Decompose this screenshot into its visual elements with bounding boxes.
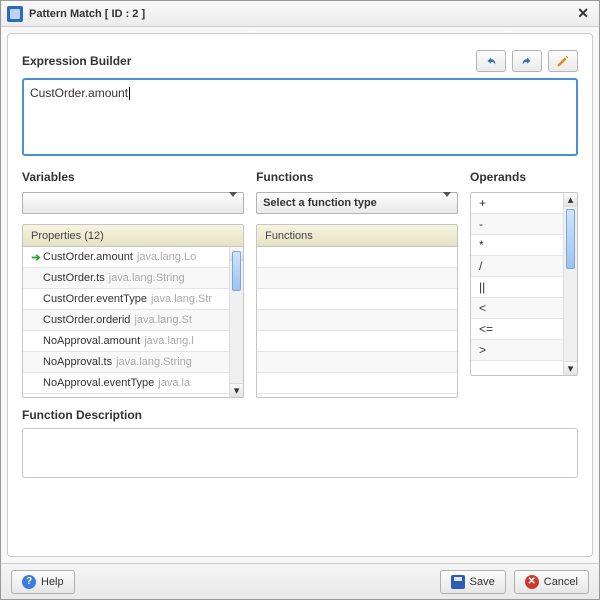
operands-list: + - * / || < <= > ▴ ▾ [470,192,578,376]
list-item[interactable] [257,289,457,310]
list-item[interactable] [257,352,457,373]
scrollbar[interactable]: ▴ ▾ [229,247,243,397]
text-cursor [129,87,130,100]
expression-input[interactable]: CustOrder.amount [22,78,578,156]
close-icon[interactable]: ✕ [573,5,593,22]
functions-column: Functions Select a function type Functio… [256,170,458,398]
list-item[interactable] [257,373,457,394]
content-panel: Expression Builder CustOrder.amount Vari… [7,33,593,557]
window-title: Pattern Match [ ID : 2 ] [29,8,145,20]
list-item[interactable] [257,331,457,352]
list-item[interactable]: * [471,235,563,256]
selected-indicator-icon: ➔ [29,251,43,264]
operands-column: Operands + - * / || < <= > ▴ [470,170,578,398]
functions-dropdown-value: Select a function type [263,197,377,209]
dialog-window: Pattern Match [ ID : 2 ] ✕ Expression Bu… [0,0,600,600]
redo-button[interactable] [512,50,542,72]
functions-dropdown[interactable]: Select a function type [256,192,458,214]
list-item[interactable]: + [471,193,563,214]
function-description-label: Function Description [22,408,578,422]
save-button[interactable]: Save [440,570,506,594]
scroll-up-icon[interactable]: ▴ [564,193,577,207]
list-item[interactable]: > [471,340,563,361]
function-description-box [22,428,578,478]
list-item[interactable]: CustOrder.ts java.lang.String [23,268,243,289]
title-bar: Pattern Match [ ID : 2 ] ✕ [1,1,599,27]
list-item[interactable]: || [471,277,563,298]
operands-body: + - * / || < <= > ▴ ▾ [471,193,577,375]
functions-body [257,247,457,397]
footer-bar: ? Help Save ✕ Cancel [1,563,599,599]
list-item[interactable]: CustOrder.eventType java.lang.Str [23,289,243,310]
functions-label: Functions [256,170,458,184]
list-item[interactable]: CustOrder.orderid java.lang.St [23,310,243,331]
operands-label: Operands [470,170,578,184]
variables-dropdown[interactable] [22,192,244,214]
save-icon [451,575,465,589]
list-item[interactable]: < [471,298,563,319]
app-icon [7,6,23,22]
list-item[interactable]: NoApproval.amount java.lang.l [23,331,243,352]
scroll-down-icon[interactable]: ▾ [230,383,243,397]
variables-column: Variables Properties (12) ➔ CustOrder.am… [22,170,244,398]
list-item[interactable]: / [471,256,563,277]
scroll-thumb[interactable] [232,251,241,291]
undo-icon [484,54,498,68]
redo-icon [520,54,534,68]
functions-list-header: Functions [257,225,457,247]
list-item[interactable] [257,268,457,289]
list-item[interactable]: ➔ CustOrder.amount java.lang.Lo [23,247,243,268]
list-item[interactable] [257,310,457,331]
functions-list: Functions [256,224,458,398]
chevron-down-icon [229,197,237,209]
list-item[interactable]: - [471,214,563,235]
undo-button[interactable] [476,50,506,72]
variables-label: Variables [22,170,244,184]
cancel-icon: ✕ [525,575,539,589]
expression-builder-label: Expression Builder [22,54,131,68]
list-item[interactable]: NoApproval.ts java.lang.String [23,352,243,373]
expression-toolbar [476,50,578,72]
help-button[interactable]: ? Help [11,570,75,594]
scrollbar[interactable]: ▴ ▾ [563,193,577,375]
cancel-button[interactable]: ✕ Cancel [514,570,589,594]
properties-body: ➔ CustOrder.amount java.lang.Lo CustOrde… [23,247,243,397]
pencil-icon [556,54,570,68]
properties-header: Properties (12) [23,225,243,247]
help-icon: ? [22,575,36,589]
scroll-thumb[interactable] [566,209,575,269]
scroll-down-icon[interactable]: ▾ [564,361,577,375]
chevron-down-icon [443,197,451,209]
expression-text: CustOrder.amount [30,86,128,100]
list-item[interactable] [257,247,457,268]
properties-list: Properties (12) ➔ CustOrder.amount java.… [22,224,244,398]
list-item[interactable]: <= [471,319,563,340]
edit-button[interactable] [548,50,578,72]
list-item[interactable]: NoApproval.eventType java.la [23,373,243,394]
